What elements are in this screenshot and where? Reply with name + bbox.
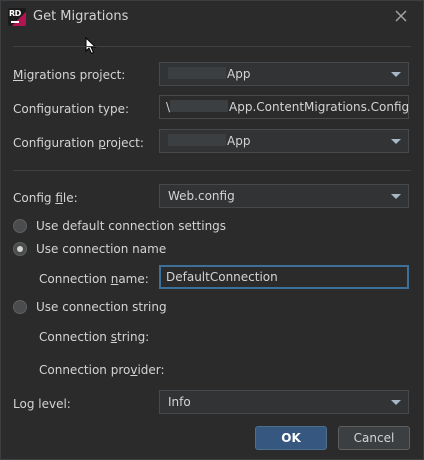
config-file-label: Config file: [13,191,78,205]
chevron-down-icon [391,400,401,405]
chevron-down-icon [391,72,401,77]
close-icon[interactable] [393,8,409,24]
migrations-project-select[interactable]: App [159,62,409,86]
rider-logo-icon: RD [8,8,26,26]
connection-string-label: Connection string: [39,330,150,344]
radio-default-connection-label: Use default connection settings [36,219,227,233]
config-file-select[interactable]: Web.config [159,184,409,208]
radio-connection-name-label: Use connection name [36,242,167,256]
connection-provider-label: Connection provider: [39,363,165,377]
radio-button-icon [13,300,27,314]
chevron-down-icon [391,139,401,144]
radio-connection-string-label: Use connection string [36,300,167,314]
redacted-text [170,100,229,112]
migrations-project-value: App [227,67,251,81]
redacted-text [168,67,226,79]
connection-name-label: Connection name: [39,272,149,286]
configuration-type-field[interactable]: \App.ContentMigrations.Configura [159,95,409,119]
logo-text: RD [9,9,21,18]
separator [13,46,411,47]
radio-button-icon [13,219,27,233]
configuration-project-select[interactable]: App [159,129,409,153]
log-level-value: Info [168,395,191,409]
window-title: Get Migrations [33,9,129,24]
title-bar: RD Get Migrations [1,1,423,35]
get-migrations-dialog: RD Get Migrations Migrations project: Ap… [0,0,424,460]
connection-name-input[interactable]: DefaultConnection [159,265,409,289]
log-level-label: Log level: [13,397,71,411]
redacted-text [168,134,226,146]
log-level-select[interactable]: Info [159,390,409,414]
migrations-project-label: Migrations project: [13,68,126,82]
separator [13,170,411,171]
configuration-project-label: Configuration project: [13,136,144,150]
radio-button-checked-icon [13,242,27,256]
configuration-type-value: App.ContentMigrations.Configura [229,100,409,114]
config-file-value: Web.config [168,189,235,203]
chevron-down-icon [391,194,401,199]
cancel-button[interactable]: Cancel [338,426,410,450]
configuration-project-value: App [227,134,251,148]
configuration-type-label: Configuration type: [13,102,130,116]
ok-button[interactable]: OK [255,426,327,450]
connection-name-value: DefaultConnection [166,270,278,284]
